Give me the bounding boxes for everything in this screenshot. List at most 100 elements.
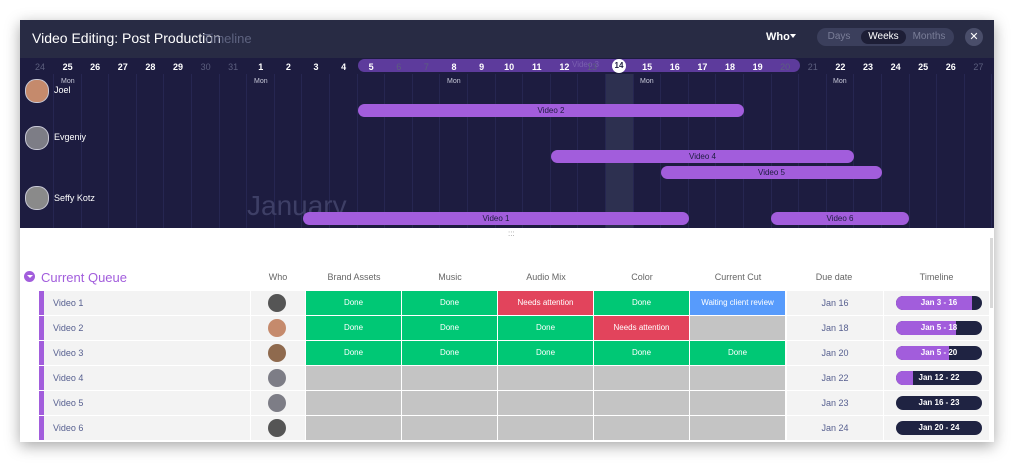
timeline-cell[interactable]: Jan 5 - 18	[884, 316, 989, 340]
item-name[interactable]: Video 5	[44, 391, 250, 415]
status-cell-color[interactable]	[594, 416, 689, 440]
status-cell-current-cut[interactable]	[690, 366, 785, 390]
column-header-audio-mix[interactable]: Audio Mix	[498, 272, 594, 282]
timeline-bar-video-2[interactable]: Video 2	[358, 104, 744, 117]
avatar-seffy[interactable]	[25, 186, 49, 210]
timeline-pill[interactable]: Jan 5 - 18	[896, 321, 982, 335]
due-date-cell[interactable]: Jan 24	[787, 416, 883, 440]
who-filter[interactable]: Who	[766, 31, 790, 43]
timeline-bar-video-4[interactable]: Video 4	[551, 150, 854, 163]
due-date-cell[interactable]: Jan 20	[787, 341, 883, 365]
due-date-cell[interactable]: Jan 22	[787, 366, 883, 390]
avatar[interactable]	[268, 419, 286, 437]
resize-handle[interactable]: :::	[508, 229, 515, 238]
status-cell-music[interactable]: Done	[402, 341, 497, 365]
status-cell-color[interactable]: Done	[594, 291, 689, 315]
status-cell-brand-assets[interactable]	[306, 366, 401, 390]
status-cell-current-cut[interactable]: Done	[690, 341, 785, 365]
timeline-day: 3	[313, 62, 319, 72]
item-name[interactable]: Video 2	[44, 316, 250, 340]
due-date-cell[interactable]: Jan 18	[787, 316, 883, 340]
status-cell-color[interactable]: Done	[594, 341, 689, 365]
status-cell-color[interactable]	[594, 366, 689, 390]
status-cell-music[interactable]	[402, 366, 497, 390]
status-cell-current-cut[interactable]	[690, 391, 785, 415]
grid-line	[963, 74, 965, 228]
timeline-pill[interactable]: Jan 5 - 20	[896, 346, 982, 360]
status-cell-audio-mix[interactable]	[498, 391, 593, 415]
status-cell-brand-assets[interactable]: Done	[306, 291, 401, 315]
avatar-joel[interactable]	[25, 79, 49, 103]
view-weeks-button[interactable]: Weeks	[861, 30, 906, 44]
close-icon[interactable]: ✕	[965, 28, 983, 46]
timeline-pill[interactable]: Jan 20 - 24	[896, 421, 982, 435]
status-cell-color[interactable]: Needs attention	[594, 316, 689, 340]
avatar-evgeniy[interactable]	[25, 126, 49, 150]
who-cell[interactable]	[251, 316, 305, 340]
timeline-bar-video-1[interactable]: Video 1	[303, 212, 689, 225]
scrollbar[interactable]	[990, 238, 993, 308]
who-cell[interactable]	[251, 416, 305, 440]
item-name[interactable]: Video 3	[44, 341, 250, 365]
status-cell-audio-mix[interactable]	[498, 366, 593, 390]
timeline-pill[interactable]: Jan 16 - 23	[896, 396, 982, 410]
status-cell-current-cut[interactable]: Waiting client review	[690, 291, 785, 315]
who-cell[interactable]	[251, 366, 305, 390]
status-cell-brand-assets[interactable]	[306, 391, 401, 415]
avatar[interactable]	[268, 344, 286, 362]
avatar[interactable]	[268, 394, 286, 412]
timeline-day: 4	[341, 62, 347, 72]
status-cell-color[interactable]	[594, 391, 689, 415]
timeline-day: 25	[918, 62, 929, 72]
status-cell-audio-mix[interactable]: Done	[498, 341, 593, 365]
column-header-who[interactable]: Who	[251, 272, 305, 282]
timeline-pill[interactable]: Jan 3 - 16	[896, 296, 982, 310]
who-cell[interactable]	[251, 291, 305, 315]
timeline-cell[interactable]: Jan 16 - 23	[884, 391, 989, 415]
column-header-current-cut[interactable]: Current Cut	[690, 272, 786, 282]
column-header-color[interactable]: Color	[594, 272, 690, 282]
status-cell-current-cut[interactable]	[690, 416, 785, 440]
status-cell-brand-assets[interactable]: Done	[306, 316, 401, 340]
column-header-music[interactable]: Music	[402, 272, 498, 282]
status-cell-audio-mix[interactable]	[498, 416, 593, 440]
column-header-brand-assets[interactable]: Brand Assets	[306, 272, 402, 282]
status-cell-brand-assets[interactable]	[306, 416, 401, 440]
timeline-day: 20	[780, 62, 791, 72]
status-cell-music[interactable]: Done	[402, 291, 497, 315]
status-cell-music[interactable]: Done	[402, 316, 497, 340]
status-cell-music[interactable]	[402, 391, 497, 415]
status-cell-brand-assets[interactable]: Done	[306, 341, 401, 365]
due-date-cell[interactable]: Jan 23	[787, 391, 883, 415]
timeline-cell[interactable]: Jan 5 - 20	[884, 341, 989, 365]
avatar[interactable]	[268, 319, 286, 337]
group-title[interactable]: Current Queue	[41, 270, 127, 285]
timeline-pill[interactable]: Jan 12 - 22	[896, 371, 982, 385]
item-name[interactable]: Video 4	[44, 366, 250, 390]
today-marker[interactable]: 14	[612, 59, 626, 73]
status-cell-music[interactable]	[402, 416, 497, 440]
timeline-day: 29	[172, 62, 183, 72]
timeline-cell[interactable]: Jan 12 - 22	[884, 366, 989, 390]
status-cell-audio-mix[interactable]: Needs attention	[498, 291, 593, 315]
status-cell-current-cut[interactable]	[690, 316, 785, 340]
avatar[interactable]	[268, 294, 286, 312]
column-header-timeline[interactable]: Timeline	[884, 272, 989, 282]
view-days-button[interactable]: Days	[821, 30, 857, 44]
page-title: Video Editing: Post Production	[32, 30, 221, 46]
item-name[interactable]: Video 1	[44, 291, 250, 315]
timeline-bar-video-6[interactable]: Video 6	[771, 212, 909, 225]
chevron-down-icon[interactable]	[24, 271, 35, 282]
due-date-cell[interactable]: Jan 16	[787, 291, 883, 315]
status-cell-audio-mix[interactable]: Done	[498, 316, 593, 340]
who-cell[interactable]	[251, 391, 305, 415]
timeline-bar-video-5[interactable]: Video 5	[661, 166, 882, 179]
timeline-cell[interactable]: Jan 20 - 24	[884, 416, 989, 440]
view-months-button[interactable]: Months	[908, 30, 950, 44]
column-header-due-date[interactable]: Due date	[786, 272, 882, 282]
who-cell[interactable]	[251, 341, 305, 365]
timeline-cell[interactable]: Jan 3 - 16	[884, 291, 989, 315]
avatar[interactable]	[268, 369, 286, 387]
item-name[interactable]: Video 6	[44, 416, 250, 440]
chevron-down-icon[interactable]	[790, 34, 796, 38]
